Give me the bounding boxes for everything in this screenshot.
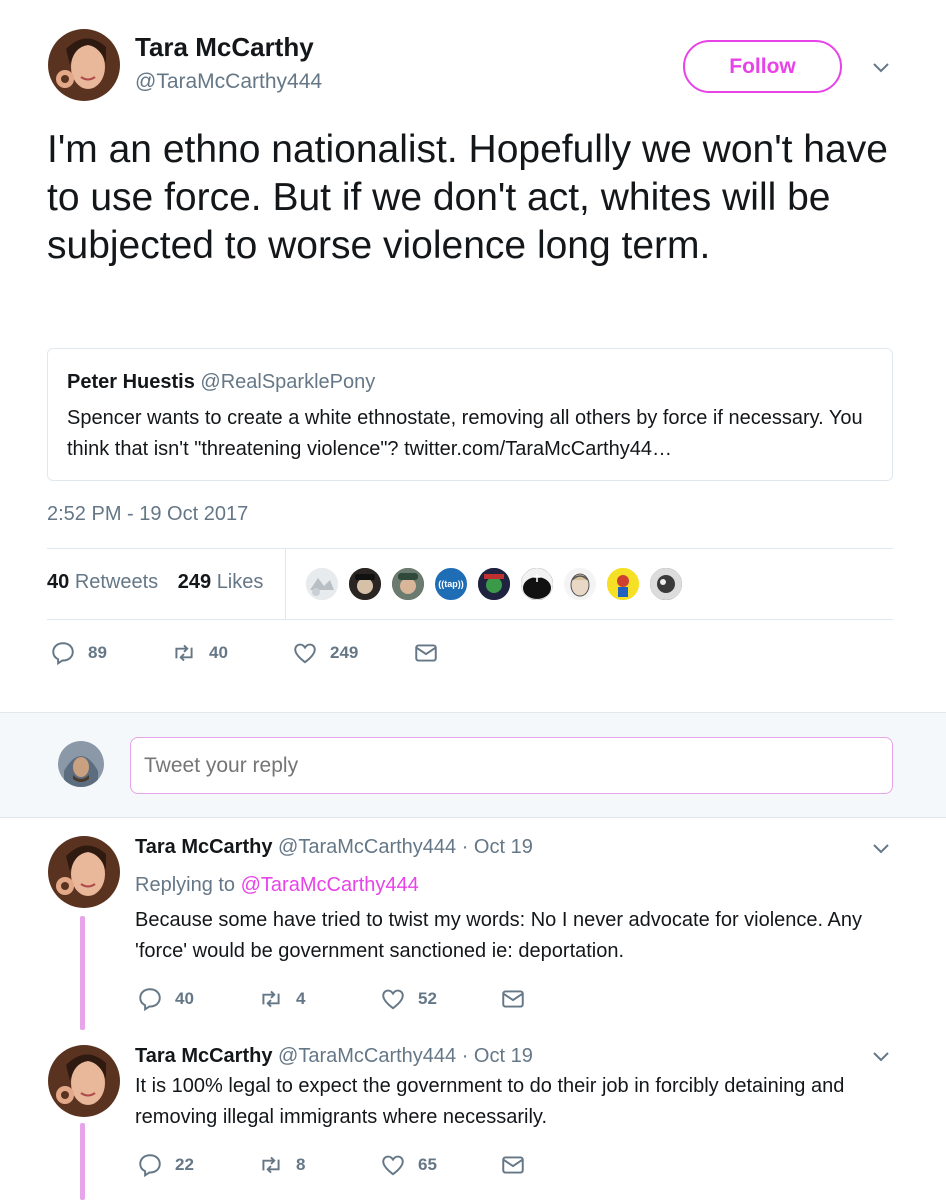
retweet-action[interactable]: 4: [258, 986, 305, 1012]
chevron-down-icon[interactable]: [870, 1045, 892, 1067]
retweet-action[interactable]: 8: [258, 1152, 305, 1178]
liker-avatar-6[interactable]: [519, 566, 555, 602]
engagement-stats: 40 Retweets 249 Likes: [47, 571, 263, 594]
envelope-icon: [502, 990, 524, 1008]
quoted-author-handle: @RealSparklePony: [200, 371, 376, 393]
replying-to-prefix: Replying to: [135, 874, 236, 896]
like-action[interactable]: 65: [380, 1152, 437, 1178]
direct-message-action[interactable]: [500, 986, 538, 1012]
reply-action[interactable]: 40: [137, 986, 194, 1012]
reply-input[interactable]: [130, 737, 893, 794]
quoted-author-name: Peter Huestis: [67, 371, 195, 393]
reply-header: Tara McCarthy @TaraMcCarthy444 · Oct 19: [135, 836, 533, 859]
author-name[interactable]: Tara McCarthy: [135, 32, 314, 63]
liker-avatar-3[interactable]: [390, 566, 426, 602]
like-count: 249: [330, 643, 359, 662]
chevron-down-icon[interactable]: [870, 837, 892, 859]
reply-action[interactable]: 89: [50, 640, 107, 666]
retweets-stat[interactable]: 40 Retweets: [47, 571, 158, 593]
like-action[interactable]: 249: [292, 640, 358, 666]
like-action[interactable]: 52: [380, 986, 437, 1012]
reply-count: 40: [175, 989, 194, 1008]
reply-author-name[interactable]: Tara McCarthy: [135, 1045, 272, 1067]
retweet-icon: [262, 990, 280, 1008]
reply-handle-date[interactable]: @TaraMcCarthy444 · Oct 19: [278, 836, 533, 858]
direct-message-action[interactable]: [500, 1152, 538, 1178]
stats-divider: [285, 549, 286, 619]
retweet-action[interactable]: 40: [171, 640, 228, 666]
liker-avatar-tap[interactable]: ((tap)): [433, 566, 469, 602]
retweets-count: 40: [47, 571, 70, 593]
replying-to-link[interactable]: @TaraMcCarthy444: [241, 874, 419, 896]
reply-composer: [0, 712, 946, 818]
liker-avatar-1[interactable]: [304, 566, 340, 602]
retweet-icon: [262, 1156, 280, 1174]
reply-tweet[interactable]: Tara McCarthy @TaraMcCarthy444 · Oct 19 …: [0, 1030, 946, 1200]
retweet-count: 4: [296, 989, 306, 1008]
envelope-icon: [415, 644, 437, 662]
replying-to: Replying to @TaraMcCarthy444: [135, 874, 419, 897]
divider: [47, 619, 893, 620]
liker-avatar-2[interactable]: [347, 566, 383, 602]
likes-label: Likes: [216, 571, 264, 593]
divider: [47, 548, 893, 549]
liker-avatars: ((tap)): [304, 566, 691, 602]
main-tweet: Tara McCarthy @TaraMcCarthy444 Follow I'…: [0, 0, 946, 712]
reply-count: 89: [88, 643, 107, 662]
reply-icon: [52, 642, 74, 666]
reply-tweet[interactable]: Tara McCarthy @TaraMcCarthy444 · Oct 19 …: [0, 819, 946, 1030]
reply-action[interactable]: 22: [137, 1152, 194, 1178]
reply-count: 22: [175, 1155, 194, 1174]
reply-text: It is 100% legal to expect the governmen…: [135, 1075, 845, 1128]
retweet-count: 8: [296, 1155, 306, 1174]
liker-avatar-5[interactable]: [476, 566, 512, 602]
follow-button[interactable]: Follow: [683, 40, 842, 93]
reply-icon: [139, 988, 161, 1012]
heart-icon: [294, 643, 316, 664]
like-count: 52: [418, 989, 437, 1008]
quoted-tweet-header: Peter Huestis @RealSparklePony: [67, 371, 375, 394]
liker-avatar-8[interactable]: [605, 566, 641, 602]
reply-text: Because some have tried to twist my word…: [135, 909, 863, 962]
heart-icon: [382, 1155, 404, 1176]
tweet-timestamp[interactable]: 2:52 PM - 19 Oct 2017: [47, 503, 248, 526]
tweet-text: I'm an ethno nationalist. Hopefully we w…: [47, 128, 888, 267]
reply-header: Tara McCarthy @TaraMcCarthy444 · Oct 19: [135, 1045, 533, 1068]
thread-connector: [80, 916, 85, 1030]
quoted-tweet[interactable]: Peter Huestis @RealSparklePony Spencer w…: [47, 348, 893, 481]
liker-tap-text: ((tap)): [438, 579, 464, 589]
chevron-down-icon[interactable]: [870, 56, 892, 78]
retweet-count: 40: [209, 643, 228, 662]
thread-connector: [80, 1123, 85, 1200]
reply-icon: [139, 1154, 161, 1178]
reply-author-name[interactable]: Tara McCarthy: [135, 836, 272, 858]
liker-avatar-9[interactable]: [648, 566, 684, 602]
direct-message-action[interactable]: [413, 640, 451, 666]
author-avatar[interactable]: [48, 29, 120, 101]
retweets-label: Retweets: [74, 571, 159, 593]
envelope-icon: [502, 1156, 524, 1174]
quoted-tweet-text: Spencer wants to create a white ethnosta…: [67, 407, 863, 460]
author-avatar[interactable]: [48, 1045, 120, 1117]
like-count: 65: [418, 1155, 437, 1174]
retweet-icon: [175, 644, 193, 662]
likes-count: 249: [177, 571, 212, 593]
heart-icon: [382, 989, 404, 1010]
liker-avatar-7[interactable]: [562, 566, 598, 602]
current-user-avatar[interactable]: [58, 741, 104, 787]
author-handle[interactable]: @TaraMcCarthy444: [135, 70, 322, 94]
author-avatar[interactable]: [48, 836, 120, 908]
reply-handle-date[interactable]: @TaraMcCarthy444 · Oct 19: [278, 1045, 533, 1067]
likes-stat[interactable]: 249 Likes: [178, 571, 264, 593]
